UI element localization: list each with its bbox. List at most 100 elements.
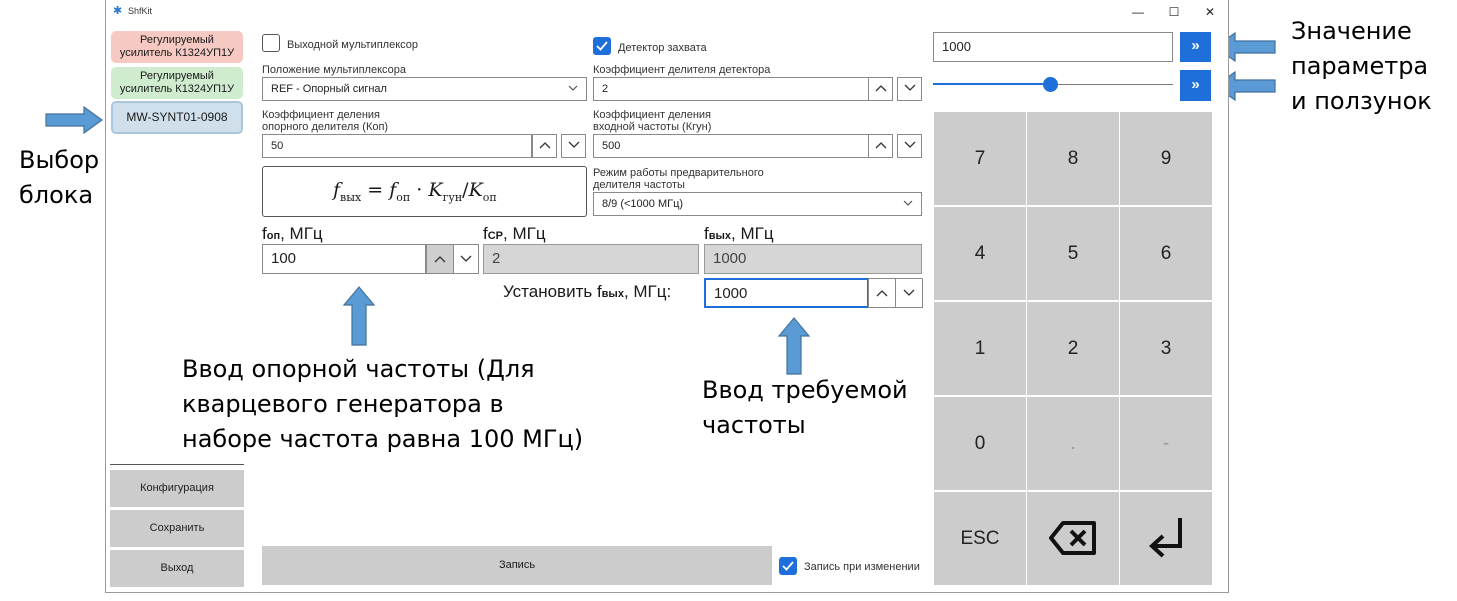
key-2[interactable]: 2	[1027, 302, 1119, 395]
write-on-change-label: Запись при изменении	[804, 561, 920, 573]
ref-divider-up[interactable]	[532, 134, 557, 158]
block-label: Регулируемый	[140, 34, 214, 46]
key-backspace[interactable]	[1027, 492, 1119, 585]
input-divider-up[interactable]	[868, 134, 893, 158]
title-bar: ✱ ShfKit — ☐ ✕	[106, 0, 1228, 24]
annotation-line: частоты	[702, 411, 806, 439]
keypad-value-input[interactable]: 1000	[933, 32, 1173, 62]
key-0[interactable]: 0	[934, 397, 1026, 490]
arrow-up-icon	[343, 286, 375, 346]
input-divider-value: 500	[602, 140, 621, 152]
save-button[interactable]: Сохранить	[110, 510, 244, 547]
write-on-change-checkbox[interactable]	[779, 557, 797, 575]
detector-divider-down[interactable]	[897, 77, 922, 101]
slider-fill	[933, 83, 1051, 85]
f-ref-value: 100	[271, 250, 297, 267]
f-cmp-label: fСР, МГц	[483, 224, 546, 244]
chevron-down-icon	[568, 85, 578, 91]
f-ref-down[interactable]	[453, 244, 479, 274]
input-divider-input[interactable]: 500	[593, 134, 869, 158]
label-part: Установить f	[503, 282, 602, 301]
exit-button[interactable]: Выход	[110, 550, 244, 587]
minimize-icon[interactable]: —	[1120, 0, 1156, 24]
config-button[interactable]: Конфигурация	[110, 470, 244, 507]
sidebar-block-amp-2[interactable]: Регулируемый усилитель К1324УП1У	[111, 67, 243, 99]
set-f-out-down[interactable]	[895, 278, 923, 308]
arrow-up-icon	[778, 317, 810, 375]
app-logo-icon: ✱	[113, 5, 123, 17]
key-esc[interactable]: ESC	[934, 492, 1026, 585]
chevron-up-icon	[875, 142, 886, 149]
input-divider-label: входной частоты (Кгун)	[593, 121, 712, 133]
input-divider-down[interactable]	[897, 134, 922, 158]
keypad-value: 1000	[942, 39, 971, 54]
formula-part: =	[367, 179, 384, 201]
close-icon[interactable]: ✕	[1192, 0, 1228, 24]
key-7[interactable]: 7	[934, 112, 1026, 205]
annotation-line: блока	[19, 181, 94, 209]
ref-divider-label: Коэффициент деления	[262, 109, 380, 121]
chevron-down-icon	[903, 289, 915, 296]
app-window: ✱ ShfKit — ☐ ✕ Регулируемый усилитель К1…	[105, 0, 1229, 593]
block-label: усилитель К1324УП1У	[119, 47, 235, 59]
formula-part: оп	[482, 190, 497, 204]
key-dot[interactable]: .	[1027, 397, 1119, 490]
annotation-line: параметра	[1291, 52, 1429, 80]
prescaler-select[interactable]: 8/9 (<1000 МГц)	[593, 192, 922, 216]
ref-divider-input[interactable]: 50	[262, 134, 532, 158]
chevron-down-icon	[904, 84, 915, 91]
enter-icon	[1149, 518, 1182, 558]
sidebar-block-amp-1[interactable]: Регулируемый усилитель К1324УП1У	[111, 31, 243, 63]
prescaler-label: делителя частоты	[593, 179, 685, 191]
chevron-up-icon	[539, 142, 550, 149]
f-cmp-field: 2	[483, 244, 699, 274]
label-part: , МГц	[731, 224, 774, 243]
key-9[interactable]: 9	[1120, 112, 1212, 205]
apply-slider-button[interactable]: »	[1180, 70, 1211, 101]
detector-divider-up[interactable]	[868, 77, 893, 101]
key-enter[interactable]	[1120, 492, 1212, 585]
ref-divider-label: опорного делителя (Коп)	[262, 121, 389, 133]
sidebar-block-synth[interactable]: MW-SYNT01-0908	[111, 101, 243, 134]
formula-part: K	[468, 179, 483, 201]
f-out-field: 1000	[704, 244, 922, 274]
chevron-up-icon	[876, 290, 888, 297]
formula-part: оп	[396, 190, 411, 204]
annotation-value-slider: Значение параметра и ползунок	[1291, 14, 1432, 119]
formula-part: гун	[442, 190, 463, 204]
maximize-icon[interactable]: ☐	[1156, 0, 1192, 24]
ref-divider-down[interactable]	[561, 134, 586, 158]
set-f-out-input[interactable]: 1000	[704, 278, 869, 308]
key-5[interactable]: 5	[1027, 207, 1119, 300]
input-divider-label: Коэффициент деления	[593, 109, 711, 121]
mux-position-select[interactable]: REF - Опорный сигнал	[262, 77, 587, 101]
annotation-block-select: Выбор блока	[19, 143, 99, 213]
formula: fвых = fоп · Kгун/Kоп	[333, 179, 497, 204]
formula-part: f	[333, 179, 341, 201]
slider-thumb[interactable]	[1043, 77, 1059, 92]
mux-output-checkbox[interactable]	[262, 34, 280, 52]
block-label: Регулируемый	[140, 70, 214, 82]
double-chevron-right-icon: »	[1191, 76, 1200, 93]
value-slider[interactable]	[933, 72, 1173, 96]
apply-value-button[interactable]: »	[1180, 32, 1211, 62]
key-1[interactable]: 1	[934, 302, 1026, 395]
chevron-down-icon	[460, 255, 472, 262]
annotation-line: наборе частота равна 100 МГц)	[182, 425, 584, 453]
check-icon	[596, 41, 608, 51]
key-minus[interactable]: -	[1120, 397, 1212, 490]
key-4[interactable]: 4	[934, 207, 1026, 300]
formula-part: ·	[416, 179, 423, 201]
key-6[interactable]: 6	[1120, 207, 1212, 300]
mux-position-label: Положение мультиплексора	[262, 64, 407, 76]
f-ref-input[interactable]: 100	[262, 244, 426, 274]
chevron-down-icon	[568, 141, 579, 148]
f-ref-up[interactable]	[426, 244, 454, 274]
set-f-out-up[interactable]	[868, 278, 896, 308]
f-out-value: 1000	[713, 250, 747, 267]
lock-detector-checkbox[interactable]	[593, 37, 611, 55]
write-button[interactable]: Запись	[262, 546, 772, 585]
key-8[interactable]: 8	[1027, 112, 1119, 205]
key-3[interactable]: 3	[1120, 302, 1212, 395]
detector-divider-input[interactable]: 2	[593, 77, 869, 101]
